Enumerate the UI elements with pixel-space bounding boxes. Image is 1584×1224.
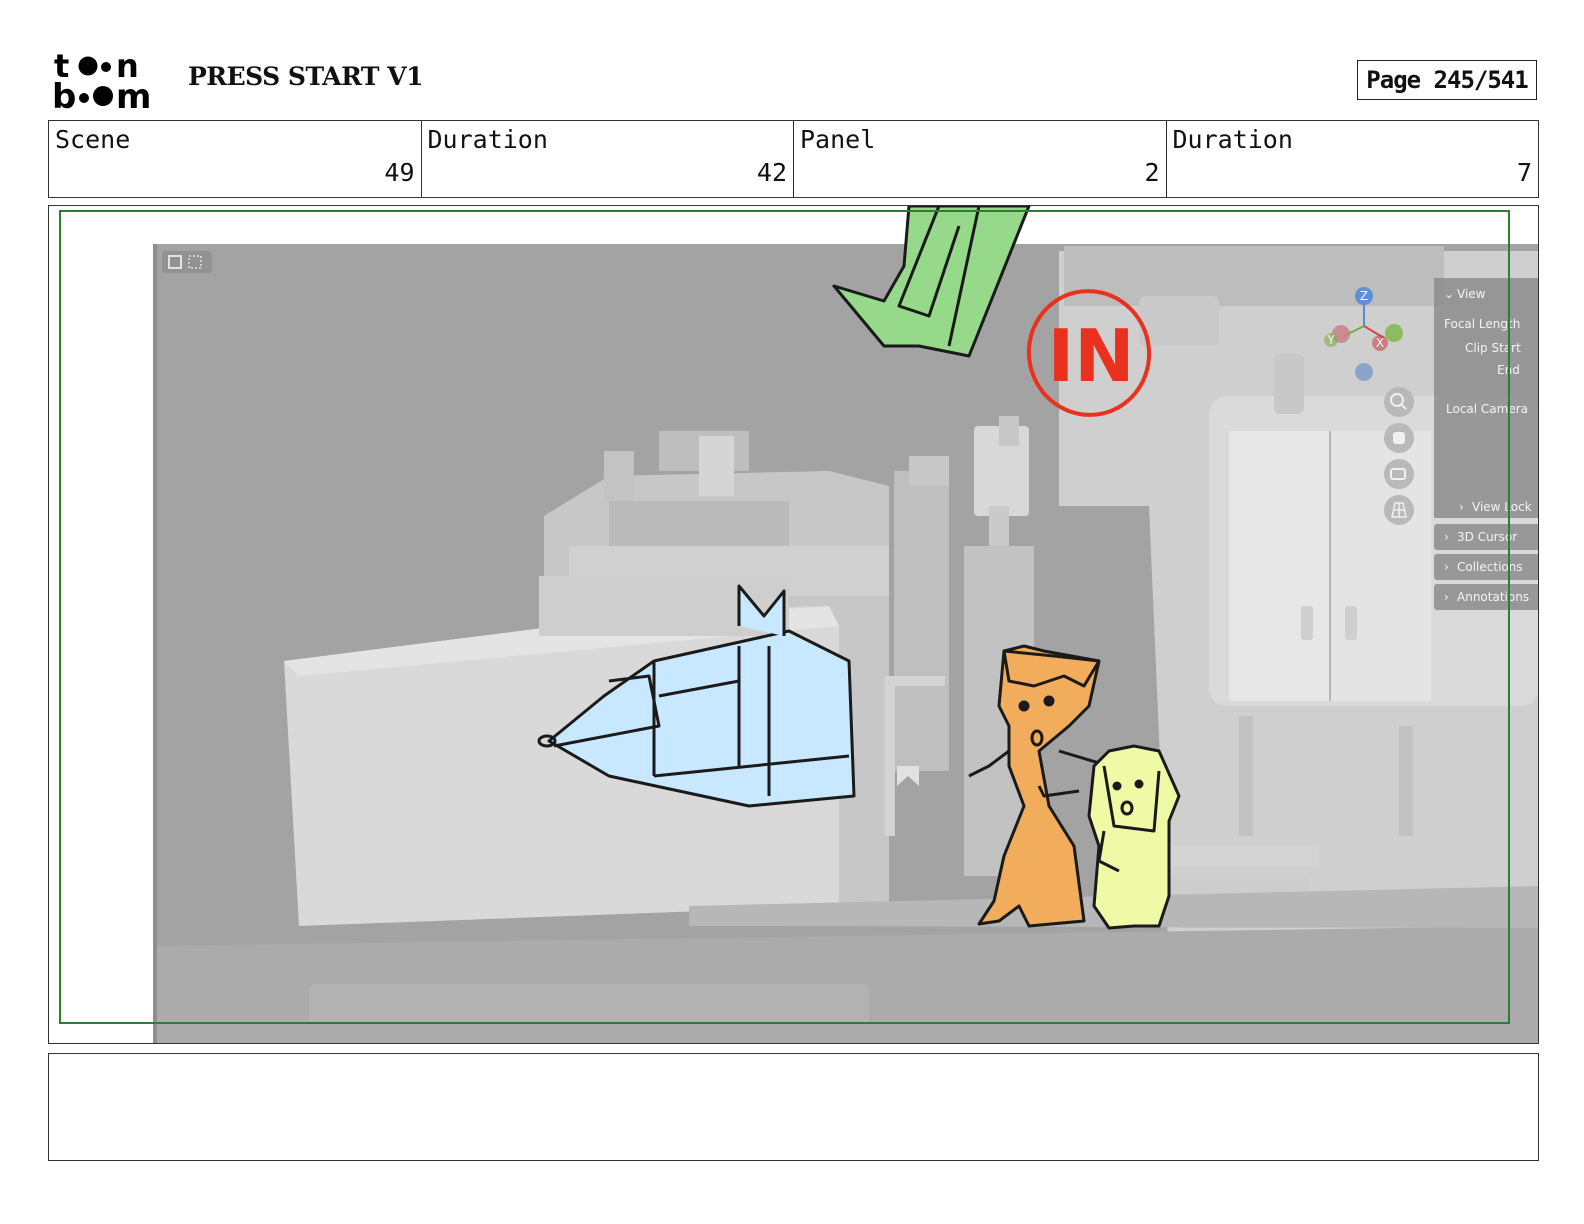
info-cell-panel-duration: Duration 7 — [1165, 121, 1539, 197]
scene-value: 49 — [384, 158, 415, 187]
page-number: Page 245/541 — [1357, 60, 1537, 100]
info-cell-scene-duration: Duration 42 — [420, 121, 794, 197]
document-title: PRESS START V1 — [188, 62, 424, 91]
svg-text:›[interactable]: › — [1444, 530, 1449, 544]
scene-duration-value: 42 — [756, 158, 787, 187]
zoom-icon[interactable] — [1384, 387, 1414, 417]
scene-label: Scene — [55, 125, 131, 154]
svg-text:›[interactable]: › — [1444, 590, 1449, 604]
in-annotation-text: IN — [1047, 314, 1134, 398]
camera-view-icon[interactable] — [1384, 459, 1414, 489]
viewport-render: Z Y X ⌄ View Focal Length Clip Start End… — [153, 244, 1539, 1043]
svg-text:⌄[interactable]: ⌄ — [1444, 287, 1454, 301]
viewport-sidebar[interactable]: ⌄ View Focal Length Clip Start End Local… — [1434, 278, 1539, 610]
panel-duration-label: Duration — [1172, 125, 1293, 154]
svg-text:›[interactable]: › — [1444, 560, 1449, 574]
info-cell-panel: Panel 2 — [793, 121, 1166, 197]
info-cell-scene: Scene 49 — [49, 121, 421, 197]
kid-character-drawing — [1087, 744, 1181, 930]
svg-text:m: m — [116, 77, 151, 112]
prop-local-camera: Local Camera — [1446, 402, 1528, 416]
scene-duration-label: Duration — [427, 125, 548, 154]
storyboard-panel: Z Y X ⌄ View Focal Length Clip Start End… — [48, 205, 1539, 1044]
svg-text:b: b — [52, 77, 76, 112]
gizmo-x-label: X — [1376, 336, 1384, 350]
panel-artwork: Z Y X ⌄ View Focal Length Clip Start End… — [59, 206, 1539, 1043]
sidebar-view-header[interactable]: View — [1457, 287, 1486, 301]
svg-text:›[interactable]: › — [1459, 500, 1464, 514]
caption-box — [48, 1053, 1539, 1161]
sidebar-section-collections[interactable]: Collections — [1457, 560, 1523, 574]
sidebar-section-annotations[interactable]: Annotations — [1457, 590, 1529, 604]
gizmo-y-label: Y — [1326, 333, 1335, 347]
gizmo-z-label: Z — [1360, 289, 1368, 303]
panel-label: Panel — [800, 125, 876, 154]
panel-duration-value: 7 — [1516, 158, 1532, 187]
panel-value: 2 — [1144, 158, 1160, 187]
prop-clip-start: Clip Start — [1465, 341, 1521, 355]
viewport-toolbar-icons[interactable] — [162, 251, 212, 273]
toon-boom-logo: t n b m — [52, 47, 164, 117]
panel-info-table: Scene 49 Duration 42 Panel 2 Duration 7 — [48, 120, 1539, 198]
sidebar-section-view-lock[interactable]: View Lock — [1472, 500, 1532, 514]
